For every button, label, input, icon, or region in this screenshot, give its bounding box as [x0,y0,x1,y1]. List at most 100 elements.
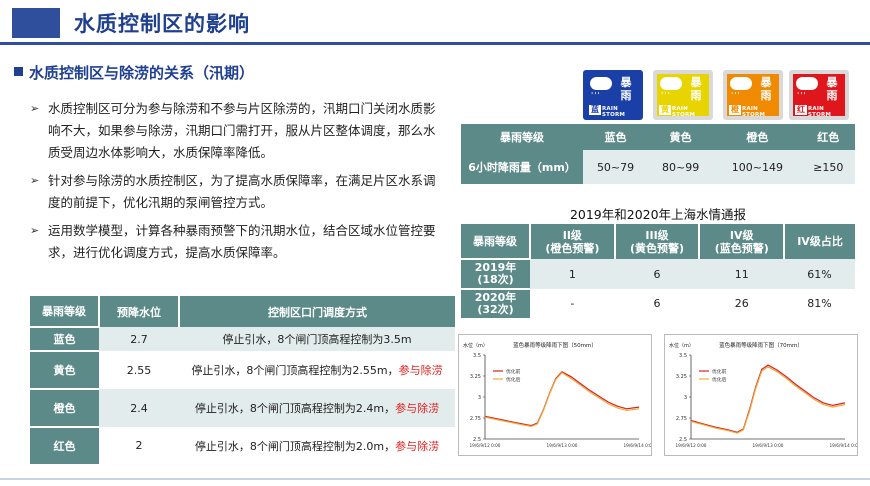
series-line [690,366,846,434]
x-tick-label: 19/6/9/13 0:00 [547,443,578,448]
storm-english-label: RAIN STORM [602,106,626,118]
dispatch-table: 暴雨等级 预降水位 控制区口门调度方式 蓝色 2.7 停止引水，8个闸门顶高程控… [30,296,455,464]
table-row: 暴雨等级 II级 (橙色预警) III级 (黄色预警) IV级 (蓝色预警) IV级占… [461,224,855,259]
table-header: 暴雨等级 [461,224,531,259]
footer-line [0,478,870,480]
table-cell: 80~99 [648,150,714,184]
storm-yellow-icon: ''' 暴雨 黄 RAIN STORM [653,70,713,120]
legend-label: 优化后 [506,376,521,383]
table-cell: - [530,289,615,318]
table-row: 6小时降雨量（mm） 50~79 80~99 100~149 ≥150 [461,150,855,184]
rain-drops-icon: ''' [731,91,741,100]
bullet-list: ➢ 水质控制区可分为参与除涝和不参与片区除涝的，汛期口门关闭水质影响不大，如果参与… [30,98,440,270]
series-line [690,364,846,433]
history-table-title: 2019年和2020年上海水情通报 [569,207,747,222]
storm-english-label: RAIN STORM [742,106,766,118]
level-cell: 红色 [30,426,99,464]
section-heading-text: 水质控制区与除涝的关系（汛期） [29,64,255,82]
water-level-cell: 2.55 [99,351,179,389]
table-row: 暴雨等级 蓝色 黄色 橙色 红色 [461,124,855,150]
method-text: 停止引水，8个闸门顶高程控制为2.0m， [194,439,396,453]
cloud-icon [660,77,682,90]
table-cell: 6 [614,259,700,289]
method-highlight: 参与除涝 [398,364,443,377]
table-cell: 100~149 [713,150,802,184]
table-row: 2019年 (18次) 1 6 11 61% [461,258,855,289]
y-tick-label: 3.5 [473,353,481,359]
table-header: 暴雨等级 [30,296,100,327]
count-text: (18次) [477,273,514,286]
header-line: IV级占比 [797,235,843,248]
bullet-text: 运用数学模型，计算各种暴雨预警下的汛期水位，结合区域水位管控要求，进行优化调度方… [48,223,436,260]
table-cell: ≥150 [801,150,855,184]
level-cell: 黄色 [30,350,99,389]
chart-title: 蓝色暴雨等级降雨下图（70mm） [719,341,803,349]
cloud-icon [796,77,818,90]
year-cell: 2020年 (32次) [461,288,530,318]
bullet-item: ➢ 水质控制区可分为参与除涝和不参与片区除涝的，汛期口门关闭水质影响不大，如果参与… [30,98,440,164]
chart-svg: 蓝色暴雨等级降雨下图（70mm）水位（m）3.53.2532.752.519/6… [669,341,861,448]
method-cell: 停止引水，8个闸门顶高程控制为2.55m，参与除涝 [179,351,455,389]
storm-level-badge: 橙 [729,105,741,115]
legend-label: 优化前 [712,368,727,375]
x-tick-label: 19/6/9/14 0:00 [624,443,651,448]
method-text: 停止引水，8个闸门顶高程控制为2.55m， [191,364,399,377]
cloud-icon [590,77,612,90]
table-header: IV级 (蓝色预警) [699,224,786,259]
table-cell: 50~79 [583,150,649,184]
storm-icon-body: ''' 暴雨 蓝 RAIN STORM [587,74,639,118]
method-text: 停止引水，8个闸门顶高程控制为3.5m [222,333,412,346]
bullet-item: ➢ 运用数学模型，计算各种暴雨预警下的汛期水位，结合区域水位管控要求，进行优化调度… [30,220,440,264]
storm-orange-icon: ''' 暴雨 橙 RAIN STORM [723,70,783,120]
header-line: III级 [645,228,669,242]
water-level-chart-70mm: 蓝色暴雨等级降雨下图（70mm） 水位（m） 3.5 3.25 3 2.75 2.5 19/6… [664,334,861,456]
table-header: II级 (橙色预警) [530,224,616,259]
water-level-cell: 2 [99,427,179,464]
table-header: 蓝色 [583,124,649,150]
method-cell: 停止引水，8个闸门顶高程控制为2.0m，参与除涝 [179,427,455,464]
y-tick-label: 3.25 [470,374,481,380]
chart-svg: 蓝色暴雨等级降雨下图（50mm）水位（m）3.53.2532.752.519/6… [463,341,655,448]
level-cell: 蓝色 [30,326,99,351]
rainfall-table: 暴雨等级 蓝色 黄色 橙色 红色 6小时降雨量（mm） 50~79 80~99 … [461,124,855,184]
table-row: 蓝色 2.7 停止引水，8个闸门顶高程控制为3.5m [30,326,455,351]
table-row: 黄色 2.55 停止引水，8个闸门顶高程控制为2.55m，参与除涝 [30,350,455,389]
bullet-text: 针对参与除涝的水质控制区，为了提高水质保障率，在满足片区水系调度的前提下，优化汛… [48,173,436,210]
table-header: 暴雨等级 [461,124,583,150]
y-tick-label: 3.5 [679,353,687,359]
cloud-icon [730,77,752,90]
y-tick-label: 2.75 [470,416,481,422]
storm-label: 暴雨 [826,76,838,102]
title-underline [0,42,870,45]
table-header: 黄色 [648,124,714,150]
arrow-right-icon: ➢ [30,174,40,187]
level-cell: 橙色 [30,388,99,427]
table-header: 控制区口门调度方式 [179,296,455,327]
arrow-right-icon: ➢ [30,224,40,237]
storm-icon-body: ''' 暴雨 橙 RAIN STORM [727,74,779,118]
x-tick-label: 19/6/9/12 0:00 [470,443,501,448]
count-text: (32次) [477,303,514,316]
y-tick-label: 3 [478,395,481,401]
table-header: 橙色 [713,124,802,150]
header-line: (橙色预警) [545,241,600,255]
header-line: (蓝色预警) [714,241,769,255]
storm-level-badge: 红 [795,105,807,115]
water-level-cell: 2.7 [99,327,179,351]
table-cell: 1 [530,259,615,289]
y-tick-label: 2.75 [676,416,687,422]
y-tick-label: 3 [684,395,687,401]
table-cell: 61% [784,259,855,289]
storm-level-badge: 蓝 [589,105,601,115]
legend-label: 优化前 [506,368,521,375]
arrow-right-icon: ➢ [30,102,40,115]
method-highlight: 参与除涝 [395,402,440,415]
table-header: IV级占比 [784,224,855,259]
x-tick-label: 19/6/9/14 0:00 [830,443,857,448]
storm-english-label: RAIN STORM [808,106,832,118]
bullet-item: ➢ 针对参与除涝的水质控制区，为了提高水质保障率，在满足片区水系调度的前提下，优化… [30,170,440,214]
table-cell: 11 [699,259,785,289]
storm-blue-icon: ''' 暴雨 蓝 RAIN STORM [583,70,643,120]
storm-red-icon: ''' 暴雨 红 RAIN STORM [789,70,849,120]
rain-drops-icon: ''' [661,91,671,100]
